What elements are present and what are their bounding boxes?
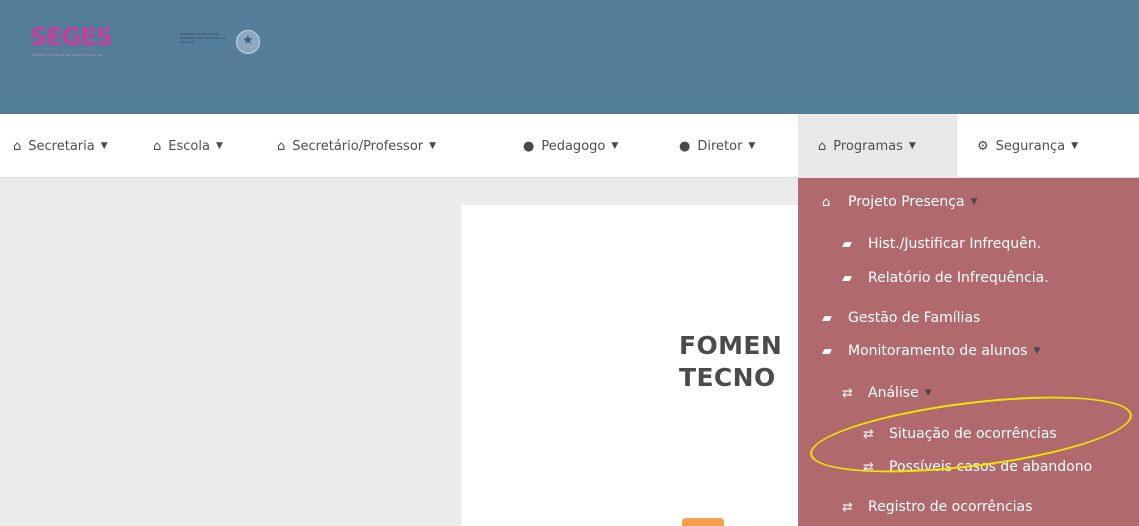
home-icon: ⌂: [277, 138, 286, 154]
top-header: SEGES SISTEMA ESTADUAL DE GESTÃO ESCOLAR…: [0, 0, 1139, 114]
shuffle-icon: ⇄: [842, 499, 853, 515]
chevron-down-icon: ▼: [611, 141, 619, 151]
menu-family-management-label: Gestão de Famílias: [848, 310, 981, 326]
folder-open-icon: ▰: [842, 270, 852, 286]
chevron-down-icon: ▼: [429, 141, 437, 151]
nav-programas-label: Programas: [833, 138, 903, 154]
nav-secretario-professor-label: Secretário/Professor: [292, 138, 424, 154]
menu-analysis[interactable]: ⇄ Análise ▼: [842, 385, 932, 401]
menu-project-presence-label: Projeto Presença: [848, 194, 965, 210]
home-icon: ⌂: [822, 194, 831, 210]
gear-icon: ⚙: [977, 138, 989, 154]
folder-open-icon: ▰: [842, 236, 852, 252]
logo-text: SEGES: [30, 23, 113, 51]
menu-history-justify-label: Hist./Justificar Infrequên.: [868, 236, 1042, 252]
home-icon: ⌂: [13, 138, 22, 154]
nav-pedagogo[interactable]: ● Pedagogo ▼: [523, 114, 618, 178]
menu-infrequency-report[interactable]: ▰ Relatório de Infrequência.: [842, 270, 1049, 286]
chevron-down-icon: ▼: [970, 197, 978, 207]
menu-analysis-label: Análise: [868, 385, 919, 401]
main-navigation: ⌂ Secretaria ▼ ⌂ Escola ▼ ⌂ Secretário/Profes…: [0, 114, 1139, 178]
menu-history-justify[interactable]: ▰ Hist./Justificar Infrequên.: [842, 236, 1041, 252]
nav-seguranca[interactable]: ⚙ Segurança ▼: [977, 114, 1078, 178]
menu-student-monitoring[interactable]: ▰ Monitoramento de alunos ▼: [822, 343, 1040, 359]
nav-escola[interactable]: ⌂ Escola ▼: [153, 114, 223, 178]
logo-subtitle: SISTEMA ESTADUAL DE GESTÃO ESCOLAR: [32, 53, 102, 57]
page-title: FOMEN TECNO: [679, 330, 782, 394]
home-icon: ⌂: [818, 138, 827, 154]
menu-occurrence-register-label: Registro de ocorrências: [868, 499, 1033, 515]
menu-family-management[interactable]: ▰ Gestão de Famílias: [822, 310, 980, 326]
title-line-1: FOMEN: [679, 331, 783, 360]
nav-secretaria[interactable]: ⌂ Secretaria ▼: [13, 114, 108, 178]
title-line-2: TECNO: [679, 363, 776, 392]
user-icon: ●: [523, 138, 535, 154]
shuffle-icon: ⇄: [842, 385, 853, 401]
chevron-down-icon: ▼: [748, 141, 756, 151]
seges-logo[interactable]: SEGES SISTEMA ESTADUAL DE GESTÃO ESCOLAR: [30, 23, 113, 57]
menu-project-presence[interactable]: ⌂ Projeto Presença ▼: [822, 194, 977, 210]
nav-escola-label: Escola: [168, 138, 210, 154]
folder-open-icon: ▰: [822, 310, 832, 326]
chevron-down-icon: ▼: [215, 141, 223, 151]
nav-seguranca-label: Segurança: [995, 138, 1066, 154]
nav-programas[interactable]: ⌂ Programas ▼: [798, 114, 957, 178]
nav-secretaria-label: Secretaria: [28, 138, 95, 154]
chevron-down-icon: ▼: [100, 141, 108, 151]
nav-pedagogo-label: Pedagogo: [541, 138, 606, 154]
nav-diretor[interactable]: ● Diretor ▼: [679, 114, 755, 178]
home-icon: ⌂: [153, 138, 162, 154]
chevron-down-icon: ▼: [908, 141, 916, 151]
main-content: FOMEN TECNO: [461, 205, 798, 526]
chevron-down-icon: ▼: [1071, 141, 1078, 151]
chevron-down-icon: ▼: [924, 388, 932, 398]
programas-dropdown-menu: ⌂ Projeto Presença ▼ ▰ Hist./Justificar Inf…: [798, 178, 1139, 526]
chevron-down-icon: ▼: [1033, 346, 1041, 356]
folder-open-icon: ▰: [822, 343, 832, 359]
menu-infrequency-report-label: Relatório de Infrequência.: [868, 270, 1049, 286]
menu-occurrence-register[interactable]: ⇄ Registro de ocorrências: [842, 499, 1032, 515]
nav-secretario-professor[interactable]: ⌂ Secretário/Professor ▼: [277, 114, 436, 178]
state-seal-icon: [236, 30, 260, 54]
government-text: GOVERNO DO ESTADO DO ESPÍRITO SANTO Secr…: [180, 32, 227, 44]
accent-bar: [682, 518, 724, 526]
user-icon: ●: [679, 138, 691, 154]
government-logo: GOVERNO DO ESTADO DO ESPÍRITO SANTO Secr…: [180, 30, 266, 60]
nav-diretor-label: Diretor: [697, 138, 743, 154]
menu-student-monitoring-label: Monitoramento de alunos: [848, 343, 1028, 359]
